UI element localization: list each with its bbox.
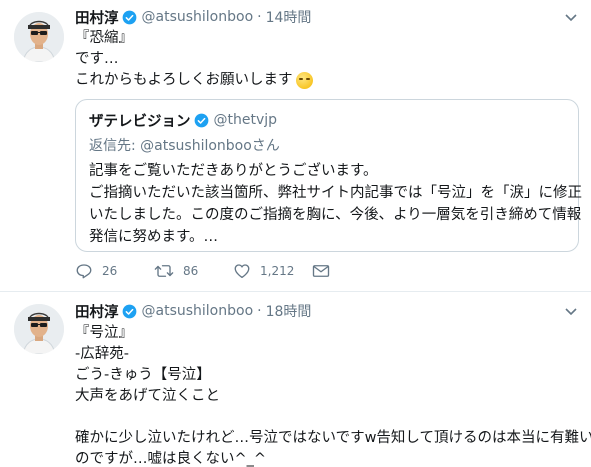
tweet-text-line: -広辞苑- [75,346,129,362]
tweet-text-line: のですが…嘘は良くない^_^ [75,451,267,467]
timestamp[interactable]: 14時間 [266,7,312,27]
separator-dot: · [257,9,262,25]
avatar[interactable] [14,304,64,354]
smiling-face-emoji-icon [295,72,313,89]
caret-down-icon[interactable] [565,14,577,22]
reply-button[interactable]: 26 [75,262,154,280]
separator-dot: · [257,303,262,319]
tweet-text-line: ごう‐きゅう【号泣】 [75,367,211,383]
verified-badge-icon [122,304,136,318]
tweet-text-line: です… [75,51,119,67]
reply-count: 26 [102,264,118,278]
tweet-header: 田村淳 @atsushilonboo · 14時間 [75,7,311,27]
tweet-text-line: 確かに少し泣いたけれど…号泣ではないですw告知して頂けるのは本当に有難い [75,430,591,446]
direct-message-button[interactable] [312,263,330,279]
quoted-text-line: いたしました。この度のご指摘を胸に、今後、より一層気を引き締めて情報 [89,207,582,223]
handle[interactable]: @atsushilonboo [142,9,254,25]
quoted-tweet-header: ザテレビジョン @thetvjp [89,110,277,130]
tweet-actions: 26 86 1,212 [75,262,330,280]
tweet[interactable]: 田村淳 @atsushilonboo · 14時間 『恐縮』 です… これからも… [0,0,591,291]
display-name[interactable]: 田村淳 [75,301,119,322]
tweet-text-line: 大声をあげて泣くこと [75,388,220,404]
quoted-display-name[interactable]: ザテレビジョン [89,110,191,131]
reply-to-label: 返信先: @atsushilonbooさん [89,138,280,154]
retweet-icon [154,265,174,277]
like-button[interactable]: 1,212 [233,262,312,280]
quoted-handle[interactable]: @thetvjp [214,112,278,128]
tweet-header: 田村淳 @atsushilonboo · 18時間 [75,301,311,321]
like-count: 1,212 [260,264,295,278]
quoted-text-line: ご指摘いただいた該当箇所、弊社サイト内記事では「号泣」を「涙」に修正 [89,185,582,201]
verified-badge-icon [194,113,208,127]
like-icon [234,264,250,279]
quoted-tweet[interactable]: ザテレビジョン @thetvjp 返信先: @atsushilonbooさん 記… [75,99,582,252]
handle[interactable]: @atsushilonboo [142,303,254,319]
reply-icon [76,264,92,279]
retweet-button[interactable]: 86 [154,262,233,280]
quoted-text-line: 記事をご覧いただきありがとうございます。 [89,163,378,179]
timestamp[interactable]: 18時間 [266,301,312,321]
tweet-text-line: これからもよろしくお願いします [75,70,313,91]
tweet-text: 『恐縮』 です… これからもよろしくお願いします [75,28,313,91]
display-name[interactable]: 田村淳 [75,7,119,28]
verified-badge-icon [122,10,136,24]
tweet-text-line: 『号泣』 [75,325,133,341]
avatar[interactable] [14,12,64,62]
tweet-text-line: 『恐縮』 [75,30,133,46]
tweet-text: 『号泣』 -広辞苑- ごう‐きゅう【号泣】 大声をあげて泣くこと 確かに少し泣い… [75,323,591,467]
quoted-tweet-text: 記事をご覧いただきありがとうございます。 ご指摘いただいた該当箇所、弊社サイト内… [89,160,582,248]
tweet-text-segment: これからもよろしくお願いします [75,72,293,88]
quoted-text-line: 発信に努めます。… [89,229,219,245]
tweet[interactable]: 田村淳 @atsushilonboo · 18時間 『号泣』 -広辞苑- ごう‐… [0,291,591,467]
direct-message-icon [312,265,330,277]
caret-down-icon[interactable] [565,308,577,316]
retweet-count: 86 [183,264,199,278]
